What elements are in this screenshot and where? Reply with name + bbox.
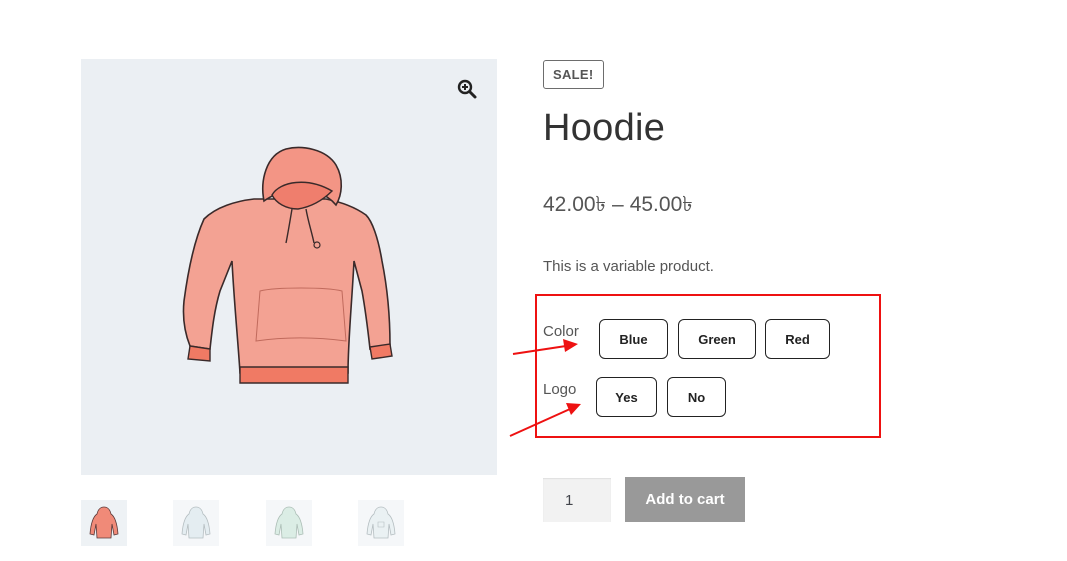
quantity-input[interactable] — [543, 478, 611, 522]
thumbnail-strip — [81, 500, 501, 548]
price-range: 42.00৳ –45.00৳ — [543, 190, 693, 220]
color-attribute-label: Color — [543, 323, 579, 340]
price-separator: – — [612, 193, 624, 216]
thumbnail-2[interactable] — [173, 500, 219, 546]
thumbnail-3[interactable] — [266, 500, 312, 546]
hoodie-thumbnail-icon — [274, 506, 304, 539]
magnifier-plus-icon — [457, 79, 477, 99]
color-option-red[interactable]: Red — [765, 319, 830, 359]
color-option-blue[interactable]: Blue — [599, 319, 668, 359]
logo-attribute-label: Logo — [543, 381, 577, 398]
sale-badge: SALE! — [543, 60, 604, 89]
product-description: This is a variable product. — [543, 258, 714, 275]
hoodie-thumbnail-icon — [181, 506, 211, 539]
hoodie-illustration — [182, 146, 393, 384]
product-title: Hoodie — [543, 107, 666, 149]
zoom-button[interactable] — [456, 78, 478, 100]
color-option-green[interactable]: Green — [678, 319, 756, 359]
thumbnail-4[interactable] — [358, 500, 404, 546]
thumbnail-1[interactable] — [81, 500, 127, 546]
logo-option-no[interactable]: No — [667, 377, 726, 417]
hoodie-thumbnail-icon — [89, 506, 119, 539]
product-page: SALE! Hoodie 42.00৳ –45.00৳ This is a var… — [0, 0, 1067, 561]
add-to-cart-button[interactable]: Add to cart — [625, 477, 745, 522]
product-main-image[interactable] — [81, 59, 497, 475]
price-min: 42.00৳ — [543, 193, 607, 216]
price-max: 45.00৳ — [629, 193, 693, 216]
hoodie-thumbnail-icon — [366, 506, 396, 539]
logo-option-yes[interactable]: Yes — [596, 377, 657, 417]
